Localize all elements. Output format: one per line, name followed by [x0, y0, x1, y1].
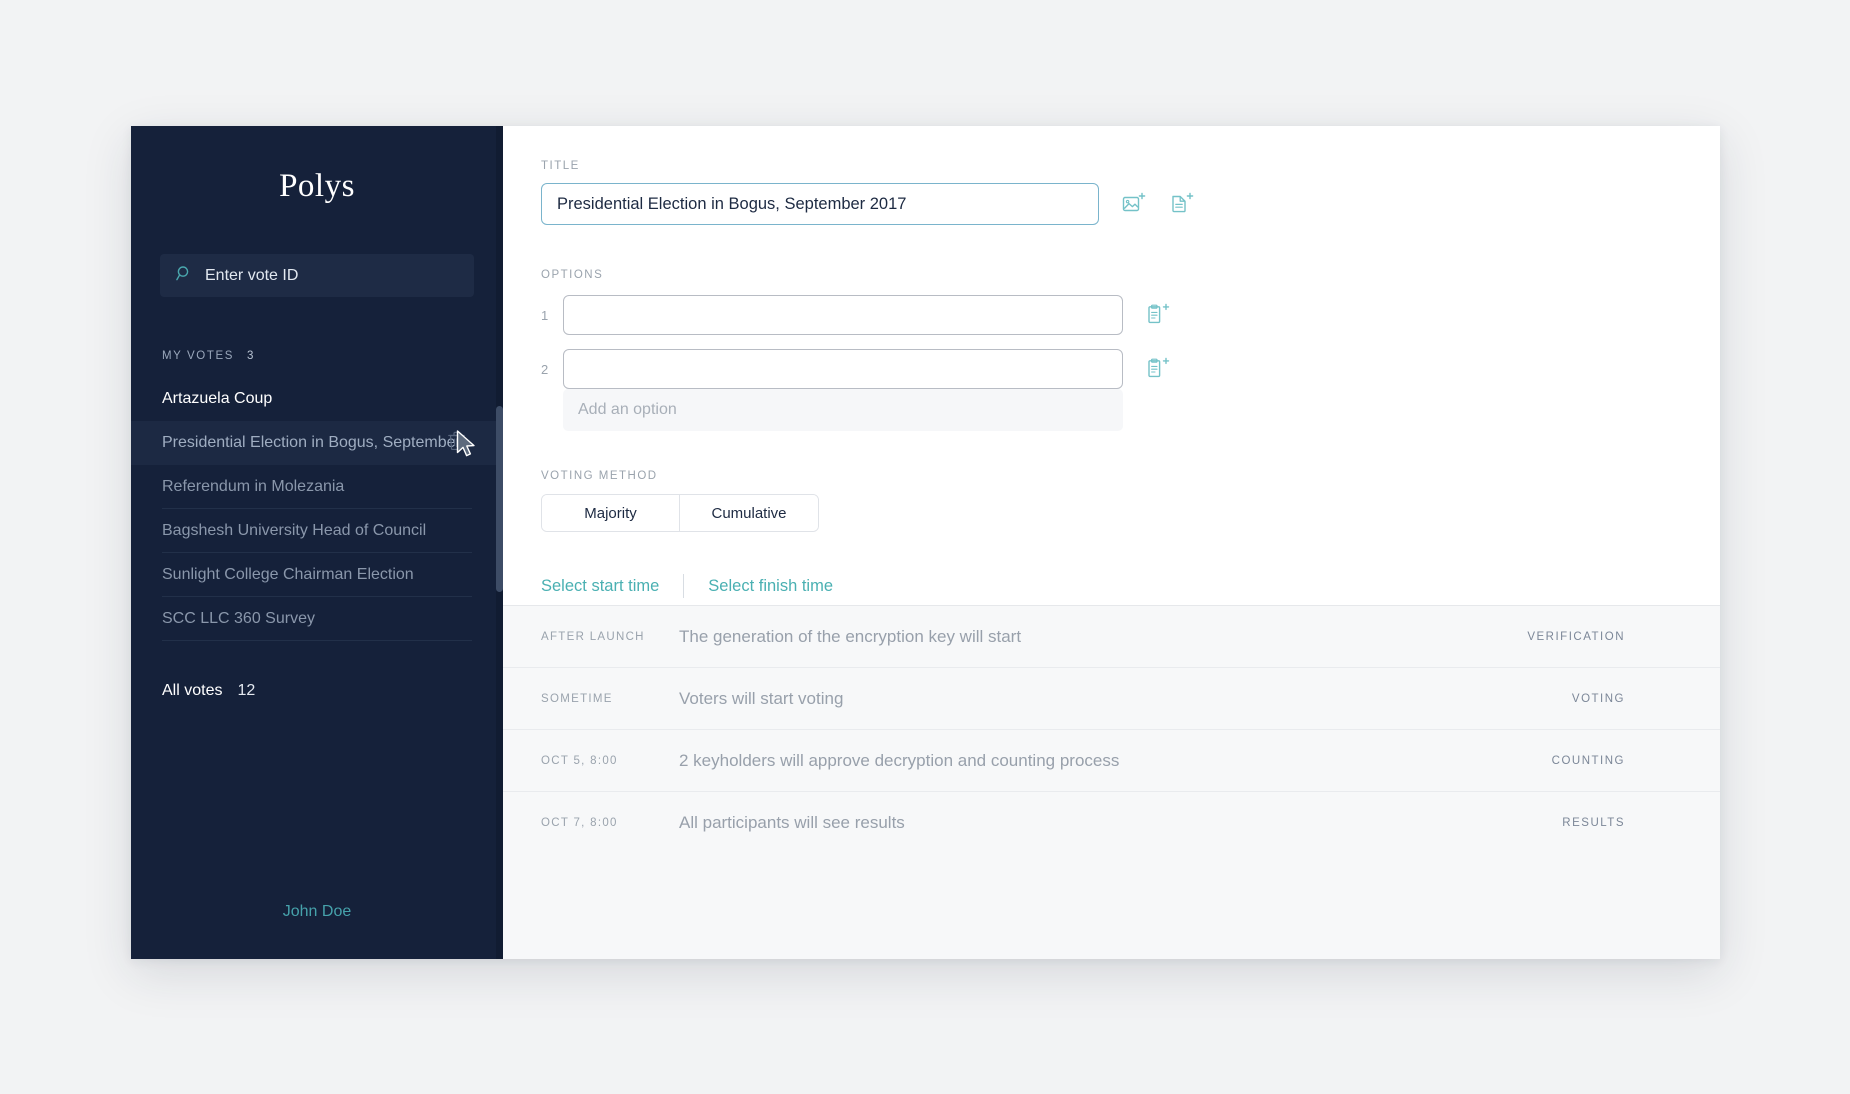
timeline-description: The generation of the encryption key wil… — [679, 626, 1022, 646]
add-option-label: Add an option — [578, 401, 677, 418]
option-row-1: 1 — [541, 295, 1720, 335]
timeline-stage-counting: Counting — [1551, 754, 1625, 767]
timeline-row-results: Oct 7, 8:00 All participants will see re… — [503, 792, 1720, 854]
search-icon — [176, 265, 193, 287]
option-row-2: 2 — [541, 349, 1720, 389]
timeline-when: Sometime — [541, 692, 613, 705]
sidebar-scrollbar-thumb[interactable] — [496, 406, 503, 592]
title-label: Title — [541, 160, 580, 172]
add-option-attachment-icon-2[interactable] — [1145, 356, 1171, 382]
delete-vote-icon[interactable] — [448, 431, 465, 455]
vote-list-item-scc-llc-survey[interactable]: SCC LLC 360 Survey — [131, 597, 503, 641]
timeline-when: Oct 5, 8:00 — [541, 754, 618, 767]
option-number: 2 — [541, 361, 549, 377]
vote-item-label: Referendum in Molezania — [162, 478, 345, 495]
app-logo: Polys — [279, 168, 355, 204]
add-option-attachment-icon-1[interactable] — [1145, 302, 1171, 328]
voting-method-majority-button[interactable]: Majority — [542, 495, 680, 531]
list-divider — [162, 640, 472, 641]
vote-list-item-bagshesh-university[interactable]: Bagshesh University Head of Council — [131, 509, 503, 553]
timeline-when: After launch — [541, 630, 645, 643]
timeline-stage-voting: Voting — [1571, 692, 1625, 705]
option-input-1[interactable] — [563, 295, 1123, 335]
add-image-icon[interactable] — [1121, 191, 1147, 217]
vote-item-label: SCC LLC 360 Survey — [162, 610, 315, 627]
option-input-2[interactable] — [563, 349, 1123, 389]
app-window: Polys My votes 3 Artazuela Coup — [131, 126, 1720, 959]
timeline-row-counting: Oct 5, 8:00 2 keyholders will approve de… — [503, 730, 1720, 792]
option-number: 1 — [541, 307, 549, 323]
my-votes-label: My votes — [162, 350, 235, 362]
search-box[interactable] — [160, 254, 474, 297]
vote-item-label: Sunlight College Chairman Election — [162, 566, 414, 583]
my-votes-header: My votes 3 — [162, 350, 503, 362]
timeline-stage-verification: Verification — [1527, 630, 1625, 643]
all-votes-link[interactable]: All votes 12 — [162, 682, 503, 700]
time-selection-row: Select start time Select finish time — [541, 574, 1720, 598]
vote-list-item-sunlight-college[interactable]: Sunlight College Chairman Election — [131, 553, 503, 597]
add-option-button[interactable]: Add an option — [563, 389, 1123, 431]
vote-list-item-presidential-election[interactable]: Presidential Election in Bogus, Septembe… — [131, 421, 503, 465]
sidebar: Polys My votes 3 Artazuela Coup — [131, 126, 503, 959]
my-votes-count: 3 — [247, 350, 254, 362]
search-input[interactable] — [205, 266, 458, 285]
all-votes-count: 12 — [237, 682, 256, 699]
timeline-when: Oct 7, 8:00 — [541, 817, 618, 829]
sidebar-scrollbar-track[interactable] — [496, 126, 503, 959]
voting-method-segmented-control: Majority Cumulative — [541, 494, 819, 532]
select-finish-time-link[interactable]: Select finish time — [708, 577, 833, 596]
user-account-link[interactable]: John Doe — [283, 903, 352, 920]
timeline-row-verification: After launch The generation of the encry… — [503, 606, 1720, 668]
select-start-time-link[interactable]: Select start time — [541, 577, 659, 596]
main-content: Title — [503, 126, 1720, 959]
screenshot-canvas: Polys My votes 3 Artazuela Coup — [0, 0, 1850, 1094]
time-divider — [683, 574, 685, 598]
all-votes-label: All votes — [162, 682, 223, 699]
vote-list-item-artazuela-coup[interactable]: Artazuela Coup — [131, 377, 503, 421]
timeline-description: 2 keyholders will approve decryption and… — [679, 750, 1120, 770]
timeline-stage-results: Results — [1562, 817, 1625, 829]
timeline-description: Voters will start voting — [679, 688, 844, 708]
sidebar-footer: John Doe — [131, 903, 503, 959]
title-input[interactable] — [541, 183, 1099, 225]
add-document-icon[interactable] — [1169, 191, 1195, 217]
vote-item-label: Artazuela Coup — [162, 390, 273, 407]
title-row — [541, 183, 1720, 225]
vote-list-item-referendum-molezania[interactable]: Referendum in Molezania — [131, 465, 503, 509]
timeline-panel: After launch The generation of the encry… — [503, 605, 1720, 959]
options-label: Options — [541, 269, 604, 281]
vote-item-label: Presidential Election in Bogus, Septembe… — [162, 434, 461, 451]
timeline-description: All participants will see results — [679, 813, 905, 832]
vote-list: Artazuela Coup Presidential Election in … — [131, 377, 503, 641]
voting-method-cumulative-button[interactable]: Cumulative — [680, 495, 818, 531]
timeline-row-voting: Sometime Voters will start voting Voting — [503, 668, 1720, 730]
vote-item-label: Bagshesh University Head of Council — [162, 522, 427, 539]
voting-method-label: Voting method — [541, 470, 658, 482]
